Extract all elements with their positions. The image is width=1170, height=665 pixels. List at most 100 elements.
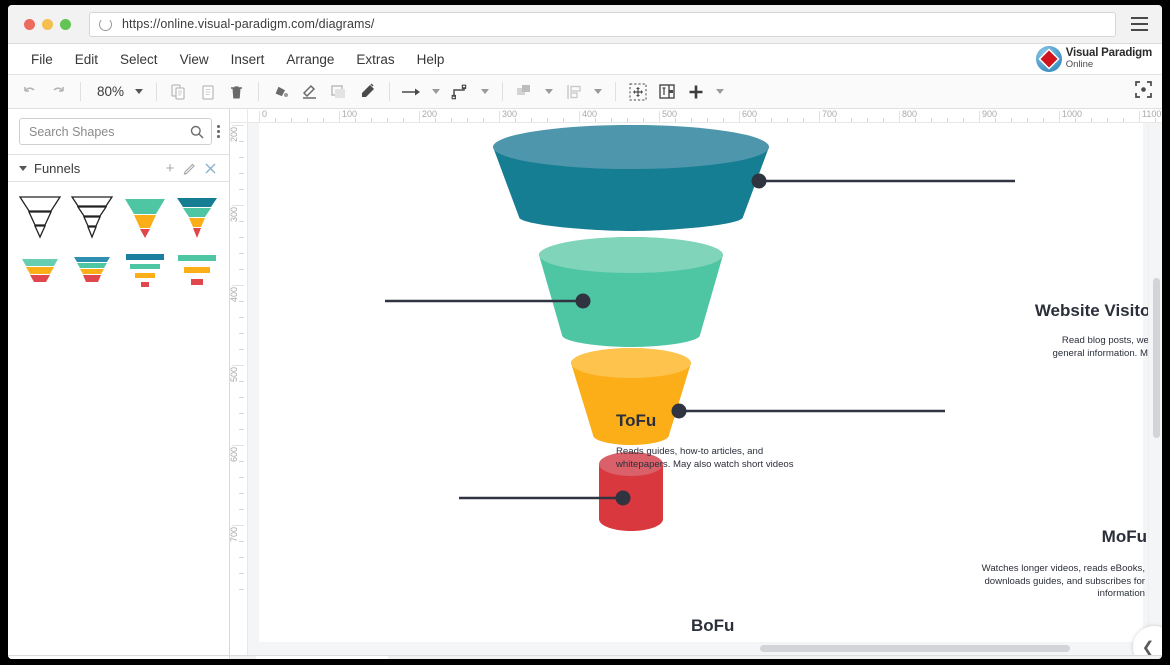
browser-toolbar: https://online.visual-paradigm.com/diagr…	[8, 5, 1162, 44]
diagram-canvas-area[interactable]: 010020030040050060070080090010001100 200…	[230, 109, 1162, 655]
shape-group-label: Funnels	[34, 161, 160, 176]
add-icon[interactable]	[682, 79, 709, 105]
toolbar-separator	[389, 82, 390, 101]
pencil-icon[interactable]	[180, 158, 200, 178]
search-row	[8, 109, 229, 154]
toolbar-separator	[80, 82, 81, 101]
redo-icon[interactable]	[45, 79, 72, 105]
shape-item-funnel-flat-4-stage[interactable]	[66, 244, 118, 298]
page-tabs-bar: Page-1 +	[230, 656, 1162, 659]
stage-desc-mofu[interactable]: Watches longer videos, reads eBooks, dow…	[943, 563, 1145, 601]
vertical-scrollbar-thumb[interactable]	[1153, 278, 1160, 438]
line-color-icon[interactable]	[296, 79, 323, 105]
reload-icon[interactable]	[99, 18, 112, 31]
menu-item-help[interactable]: Help	[406, 48, 456, 71]
close-icon[interactable]	[200, 158, 220, 178]
vertical-scrollbar[interactable]	[1148, 123, 1162, 642]
arrange-icon[interactable]	[511, 79, 538, 105]
search-input[interactable]	[29, 125, 190, 139]
shape-item-funnel-outline-3-stage[interactable]	[14, 190, 66, 244]
page-tab-page-1[interactable]: Page-1	[256, 656, 388, 659]
align-chevron-down-icon[interactable]	[589, 79, 607, 105]
stage-desc-tofu[interactable]: Reads guides, how-to articles, and white…	[616, 446, 806, 471]
horizontal-scrollbar[interactable]	[248, 642, 1148, 655]
minimize-dot[interactable]	[42, 19, 53, 30]
shape-item-funnel-bars-4-stage[interactable]	[119, 244, 171, 298]
url-text: https://online.visual-paradigm.com/diagr…	[122, 17, 374, 31]
menu-item-file[interactable]: File	[20, 48, 64, 71]
copy-icon[interactable]	[165, 79, 192, 105]
shape-gallery	[8, 182, 229, 302]
toolbar-separator	[156, 82, 157, 101]
fill-color-icon[interactable]	[267, 79, 294, 105]
stage-title-tofu[interactable]: ToFu	[616, 411, 656, 431]
toolbar-separator	[502, 82, 503, 101]
close-dot[interactable]	[24, 19, 35, 30]
insert-column-icon[interactable]	[653, 79, 680, 105]
search-shapes-box[interactable]	[19, 118, 212, 145]
plus-icon[interactable]: +	[160, 158, 180, 178]
menu-item-insert[interactable]: Insert	[220, 48, 276, 71]
stage-title-website-visitor[interactable]: Website Visitor	[1035, 301, 1157, 321]
toolbar-separator	[258, 82, 259, 101]
triangle-down-icon[interactable]	[19, 166, 27, 171]
vertical-ruler: 200300400500600700	[230, 123, 248, 655]
shapes-panel: Funnels +	[8, 109, 230, 655]
paste-icon[interactable]	[194, 79, 221, 105]
menu-item-select[interactable]: Select	[109, 48, 169, 71]
chevron-left-icon: ❮	[1142, 638, 1155, 655]
zoom-level-value[interactable]: 80%	[89, 84, 128, 99]
fit-screen-icon[interactable]	[1135, 81, 1152, 103]
add-page-plus-icon[interactable]: +	[388, 656, 432, 659]
app-window: https://online.visual-paradigm.com/diagr…	[8, 5, 1162, 659]
funnel-stage-1[interactable]	[493, 125, 769, 231]
shape-item-funnel-flat-3-stage[interactable]	[14, 244, 66, 298]
hamburger-icon[interactable]	[1126, 13, 1152, 35]
shapes-options-kebab-menu-icon[interactable]	[215, 125, 222, 138]
stage-title-mofu[interactable]: MoFu	[1102, 527, 1147, 547]
straight-connector-chevron-down-icon[interactable]	[427, 79, 445, 105]
maximize-dot[interactable]	[60, 19, 71, 30]
search-icon[interactable]	[190, 125, 204, 139]
shape-style-icon[interactable]	[325, 79, 352, 105]
format-painter-icon[interactable]	[354, 79, 381, 105]
shape-item-funnel-bars-3-stage[interactable]	[171, 244, 223, 298]
status-bar: + Shapes... Page-1 +	[8, 655, 1162, 659]
menu-item-extras[interactable]: Extras	[345, 48, 405, 71]
shapes-footer-button[interactable]: + Shapes...	[8, 656, 230, 659]
horizontal-ruler: 010020030040050060070080090010001100	[248, 109, 1162, 123]
visual-paradigm-logo[interactable]: Visual Paradigm Online	[1036, 46, 1152, 72]
visual-paradigm-logo-icon	[1036, 46, 1062, 72]
page-options-kebab-menu-icon[interactable]	[230, 656, 256, 659]
window-traffic-lights	[18, 19, 79, 30]
orthogonal-connector-chevron-down-icon[interactable]	[476, 79, 494, 105]
toolbar-separator	[615, 82, 616, 101]
main-area: Funnels +	[8, 109, 1162, 655]
trash-icon[interactable]	[223, 79, 250, 105]
shape-item-funnel-outline-4-stage[interactable]	[66, 190, 118, 244]
straight-connector-icon[interactable]	[398, 79, 425, 105]
menu-bar: File Edit Select View Insert Arrange Ext…	[8, 44, 1162, 75]
horizontal-scrollbar-thumb[interactable]	[760, 645, 1070, 652]
add-chevron-down-icon[interactable]	[711, 79, 729, 105]
shape-item-funnel-colored-4-stage[interactable]	[171, 190, 223, 244]
funnel-stage-2[interactable]	[539, 237, 723, 347]
undo-icon[interactable]	[16, 79, 43, 105]
shapes-panel-empty-space	[8, 302, 229, 655]
select-all-icon[interactable]	[624, 79, 651, 105]
stage-desc-website-visitor[interactable]: Read blog posts, web pages, and any othe…	[1045, 335, 1162, 373]
shape-group-header-funnels[interactable]: Funnels +	[8, 154, 229, 182]
menu-item-view[interactable]: View	[169, 48, 220, 71]
shape-item-funnel-colored-3-stage[interactable]	[119, 190, 171, 244]
editor-toolbar: 80%	[8, 75, 1162, 109]
ruler-corner	[230, 109, 248, 123]
logo-line2: Online	[1066, 60, 1152, 70]
orthogonal-connector-icon[interactable]	[447, 79, 474, 105]
align-icon[interactable]	[560, 79, 587, 105]
zoom-chevron-down-icon[interactable]	[130, 79, 148, 105]
menu-item-arrange[interactable]: Arrange	[275, 48, 345, 71]
arrange-chevron-down-icon[interactable]	[540, 79, 558, 105]
address-bar[interactable]: https://online.visual-paradigm.com/diagr…	[89, 12, 1116, 37]
stage-title-bofu[interactable]: BoFu	[691, 616, 734, 636]
menu-item-edit[interactable]: Edit	[64, 48, 109, 71]
